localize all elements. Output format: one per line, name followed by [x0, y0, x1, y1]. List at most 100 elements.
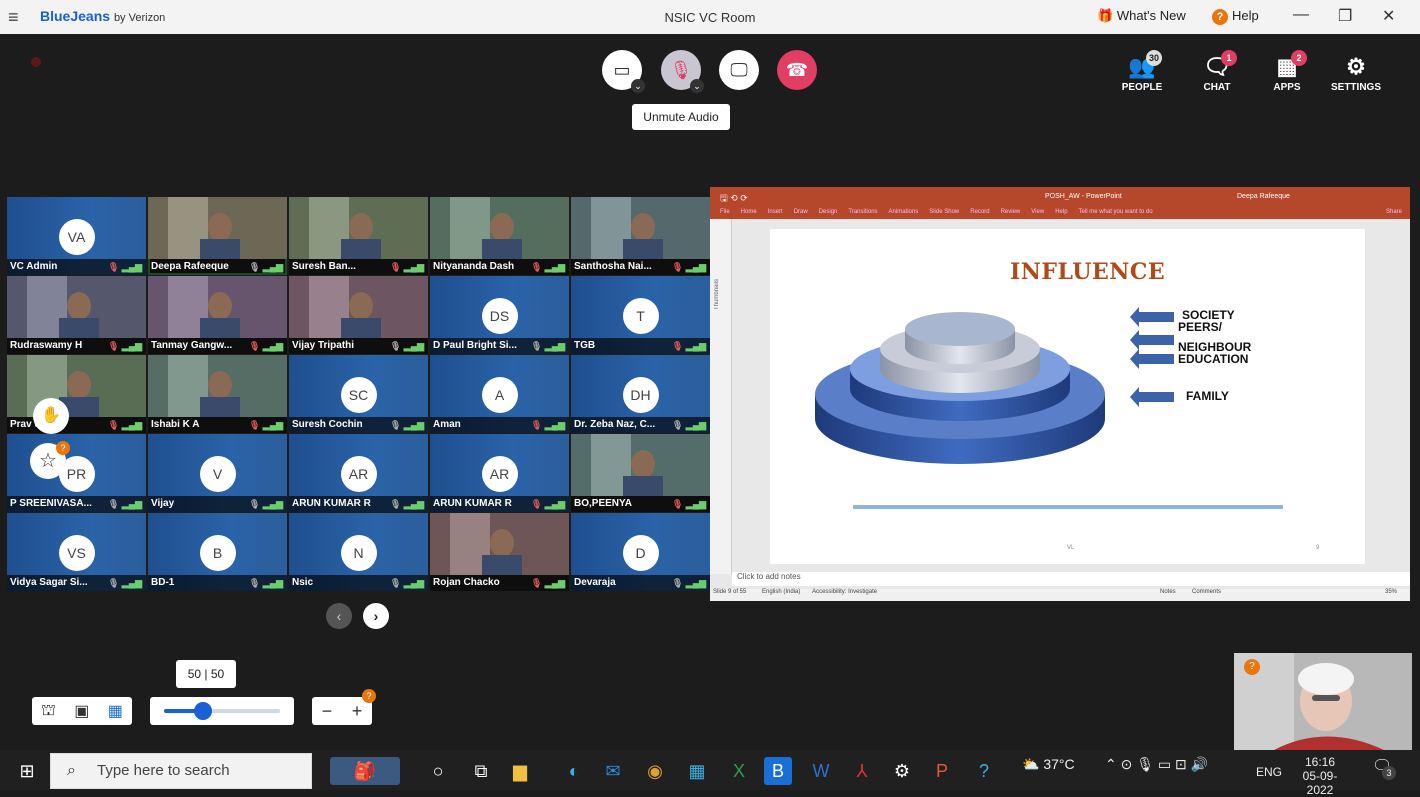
apps-button[interactable]: ▦ 2 APPS [1257, 50, 1317, 93]
help-button[interactable]: ? Help [1212, 8, 1259, 25]
participant-name: ARUN KUMAR R [292, 498, 371, 509]
zoom-out-button[interactable]: − [322, 701, 333, 722]
zoom-in-button[interactable]: + [352, 701, 363, 722]
participant-tile[interactable]: VA VC Admin 🎙 ▂▄▆ [7, 197, 146, 275]
participant-avatar: D [622, 535, 659, 571]
screen-share-button[interactable]: 🖵 [719, 50, 759, 90]
video-toggle-button[interactable]: ▭ ⌄ [602, 50, 645, 93]
raise-hand-button[interactable]: ✋ [33, 398, 69, 434]
word-icon[interactable]: W [807, 757, 835, 785]
bluejeans-icon[interactable]: B [764, 757, 792, 785]
participant-tile[interactable]: AR ARUN KUMAR R 🎙 ▂▄▆ [430, 434, 569, 512]
participant-tile[interactable]: SC Suresh Cochin 🎙 ▂▄▆ [289, 355, 428, 433]
language-indicator[interactable]: ENG [1256, 765, 1282, 779]
participant-tile[interactable]: Vijay Tripathi 🎙 ▂▄▆ [289, 276, 428, 354]
hang-up-button[interactable]: ☎ [777, 50, 817, 90]
help-app-icon[interactable]: ? [970, 757, 998, 785]
participant-tile[interactable]: Prav dhol 🎙 ▂▄▆ [7, 355, 146, 433]
slider-handle[interactable] [194, 702, 212, 720]
participant-tile[interactable]: Nityananda Dash 🎙 ▂▄▆ [430, 197, 569, 275]
chat-button[interactable]: 🗨 1 CHAT [1187, 50, 1247, 93]
audio-signal-icon: 🎙 ▂▄▆ [107, 420, 142, 430]
question-badge: ? [1244, 659, 1260, 675]
question-badge: ? [56, 441, 70, 455]
next-page-button[interactable]: › [363, 603, 389, 629]
participant-tile[interactable]: B BD-1 🎙 ▂▄▆ [148, 513, 287, 591]
powerpoint-icon[interactable]: P [928, 757, 956, 785]
participant-tile[interactable]: BO,PEENYA 🎙 ▂▄▆ [571, 434, 710, 512]
participant-tile[interactable]: Suresh Ban... 🎙 ▂▄▆ [289, 197, 428, 275]
participant-tile[interactable]: Deepa Rafeeque 🎙 ▂▄▆ [148, 197, 287, 275]
ppt-menu-item: Slide Show [929, 209, 960, 215]
audio-signal-icon: 🎙 ▂▄▆ [530, 341, 565, 351]
participant-tile[interactable]: Tanmay Gangw... 🎙 ▂▄▆ [148, 276, 287, 354]
chrome-icon[interactable]: ◉ [641, 757, 669, 785]
audio-signal-icon: 🎙 ▂▄▆ [389, 341, 424, 351]
participant-tile[interactable]: Ishabi K A 🎙 ▂▄▆ [148, 355, 287, 433]
participant-tile[interactable]: PR P SREENIVASA... 🎙 ▂▄▆ [7, 434, 146, 512]
participant-tile[interactable]: V Vijay 🎙 ▂▄▆ [148, 434, 287, 512]
participant-avatar: B [199, 535, 236, 571]
participant-tile[interactable]: Rudraswamy H 🎙 ▂▄▆ [7, 276, 146, 354]
close-button[interactable]: ✕ [1382, 6, 1395, 26]
clock[interactable]: 16:16 05-09-2022 [1290, 755, 1350, 797]
speaker-layout-icon[interactable]: ⛫ [41, 701, 56, 721]
file-explorer-icon[interactable]: ▆ [506, 757, 534, 785]
favorite-button[interactable]: ☆? [30, 441, 70, 479]
layered-disc-graphic [815, 312, 1105, 464]
notification-center-icon[interactable]: 🗨 3 [1372, 756, 1396, 780]
excel-icon[interactable]: X [725, 757, 753, 785]
whats-new-button[interactable]: 🎁 What's New [1097, 8, 1186, 24]
prev-page-button[interactable]: ‹ [326, 603, 352, 629]
participant-video [289, 276, 428, 338]
ppt-menu-item: Home [740, 209, 757, 215]
minimize-button[interactable]: — [1293, 6, 1309, 24]
tray-icons[interactable]: ⌃ ⊙ 🎙 ▭ ⊡ 🔊 [1105, 756, 1208, 773]
ppt-menu-item: Record [970, 209, 990, 215]
participant-name-bar: Suresh Ban... 🎙 ▂▄▆ [289, 259, 428, 275]
ppt-ribbon: File Home Insert Draw Design Transitions Anima… [710, 207, 1410, 219]
edge-icon[interactable]: ◐ [560, 757, 588, 785]
audio-signal-icon: 🎙 ▂▄▆ [671, 420, 706, 430]
slide-label: EDUCATION [1178, 352, 1249, 366]
gallery-layout-icon[interactable]: ▦ [108, 701, 123, 721]
settings-app-icon[interactable]: ⚙ [888, 757, 916, 785]
participant-video [289, 197, 428, 259]
windows-start-icon[interactable]: ⊞ [13, 757, 41, 785]
acrobat-icon[interactable]: ⅄ [848, 757, 876, 785]
self-view: ? [1234, 653, 1412, 750]
cortana-icon[interactable]: ○ [424, 757, 452, 785]
participant-name-bar: VC Admin 🎙 ▂▄▆ [7, 259, 146, 275]
accessibility-status: Accessibility: Investigate [812, 589, 878, 595]
participant-tile[interactable]: AR ARUN KUMAR R 🎙 ▂▄▆ [289, 434, 428, 512]
temperature: 37°C [1043, 756, 1075, 772]
participant-tile[interactable]: Rojan Chacko 🎙 ▂▄▆ [430, 513, 569, 591]
news-widget-icon[interactable]: 🎒 [330, 757, 400, 785]
weather-widget[interactable]: ⛅ 37°C [1022, 756, 1075, 773]
participant-tile[interactable]: Santhosha Nai... 🎙 ▂▄▆ [571, 197, 710, 275]
people-button[interactable]: 👥 30 PEOPLE [1112, 50, 1172, 93]
participant-tile[interactable]: N Nsic 🎙 ▂▄▆ [289, 513, 428, 591]
participant-tile[interactable]: T TGB 🎙 ▂▄▆ [571, 276, 710, 354]
people-layout-icon[interactable]: ▣ [74, 701, 89, 721]
participant-tile[interactable]: VS Vidya Sagar Si... 🎙 ▂▄▆ [7, 513, 146, 591]
participant-tile[interactable]: DS D Paul Bright Si... 🎙 ▂▄▆ [430, 276, 569, 354]
participant-tile[interactable]: D Devaraja 🎙 ▂▄▆ [571, 513, 710, 591]
participant-name-bar: Dr. Zeba Naz, C... 🎙 ▂▄▆ [571, 417, 710, 433]
mail-icon[interactable]: ✉ [599, 757, 627, 785]
audio-toggle-button[interactable]: 🎙 ⌄ [661, 50, 704, 93]
taskbar-search-input[interactable]: ⌕ Type here to search [50, 753, 312, 789]
settings-button[interactable]: ⚙ SETTINGS [1326, 52, 1386, 93]
task-view-icon[interactable]: ⧉ [467, 757, 495, 785]
audio-signal-icon: 🎙 ▂▄▆ [671, 578, 706, 588]
split-slider[interactable] [150, 697, 294, 725]
participant-tile[interactable]: DH Dr. Zeba Naz, C... 🎙 ▂▄▆ [571, 355, 710, 433]
chevron-down-icon[interactable]: ⌄ [631, 79, 645, 93]
notes-toggle: Notes [1160, 589, 1176, 595]
app-icon[interactable]: ▦ [683, 757, 711, 785]
hand-icon: ✋ [41, 407, 61, 424]
participant-name: TGB [574, 340, 596, 351]
participant-tile[interactable]: A Aman 🎙 ▂▄▆ [430, 355, 569, 433]
restore-button[interactable]: ❐ [1338, 6, 1352, 26]
chevron-down-icon[interactable]: ⌄ [690, 79, 704, 93]
